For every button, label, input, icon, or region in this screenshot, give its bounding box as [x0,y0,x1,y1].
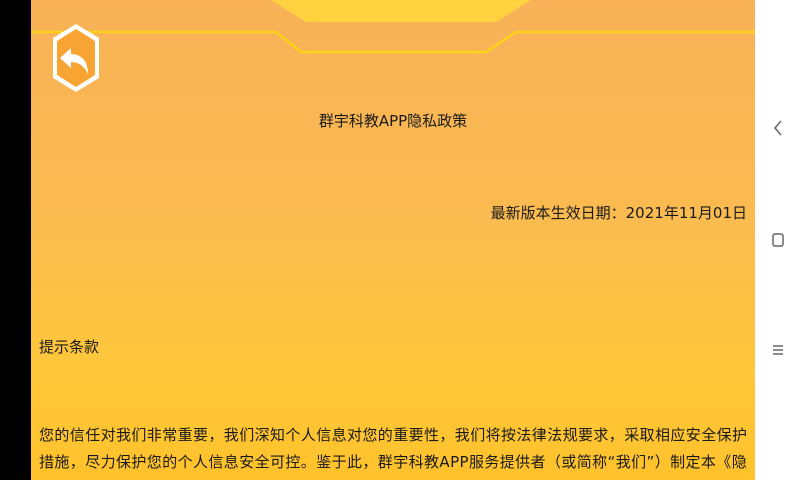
chevron-left-icon [773,120,782,136]
section-title: 提示条款 [39,338,100,356]
header-decoration [31,0,755,54]
square-icon [771,233,784,247]
page-title: 群宇科教APP隐私政策 [318,112,468,130]
effective-date-text: 最新版本生效日期：2021年11月01日 [490,204,747,222]
privacy-policy-page[interactable]: 群宇科教APP隐私政策 最新版本生效日期：2021年11月01日 提示条款 您的… [31,0,755,480]
back-button[interactable] [51,22,101,94]
back-arrow-icon [53,24,99,92]
three-lines-icon [772,345,783,355]
system-navigation-bar [755,0,800,480]
left-black-bar [0,0,31,480]
nav-menu-button[interactable] [755,330,800,370]
nav-home-button[interactable] [755,220,800,260]
device-screen: 群宇科教APP隐私政策 最新版本生效日期：2021年11月01日 提示条款 您的… [0,0,800,480]
policy-body-text: 您的信任对我们非常重要，我们深知个人信息对您的重要性，我们将按法律法规要求，采取… [39,426,748,471]
nav-back-button[interactable] [755,108,800,148]
